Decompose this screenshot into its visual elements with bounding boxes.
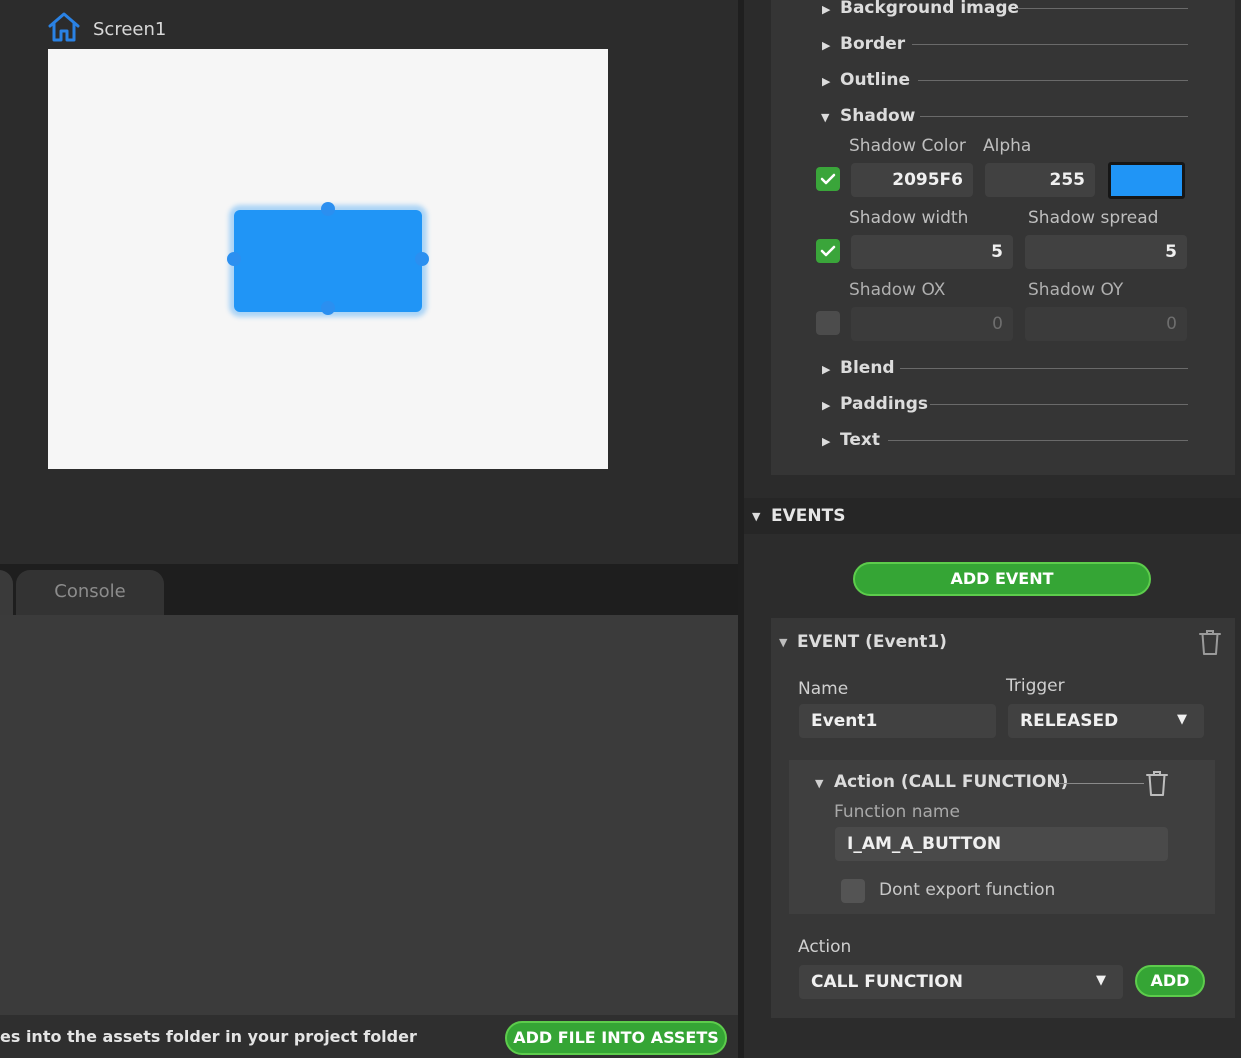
assets-panel (0, 615, 738, 1015)
expand-triangle-icon[interactable]: ▶ (822, 75, 830, 88)
shadow-spread-label: Shadow spread (1028, 208, 1159, 228)
shadow-oy-label: Shadow OY (1028, 280, 1124, 300)
trigger-select[interactable]: RELEASED (1008, 704, 1204, 738)
trash-icon[interactable] (1198, 628, 1222, 656)
section-text[interactable]: Text (840, 430, 880, 450)
collapse-triangle-icon[interactable]: ▼ (815, 777, 823, 790)
event-name-input[interactable]: Event1 (799, 704, 996, 738)
alpha-field[interactable]: 255 (985, 163, 1095, 197)
trash-icon[interactable] (1145, 769, 1169, 797)
artboard[interactable] (48, 49, 608, 469)
assets-hint-text: es into the assets folder in your projec… (0, 1027, 417, 1046)
function-name-label: Function name (834, 802, 960, 822)
expand-triangle-icon[interactable]: ▶ (822, 399, 830, 412)
shadow-color-checkbox[interactable] (816, 167, 840, 191)
expand-triangle-icon[interactable]: ▶ (822, 435, 830, 448)
screen-title: Screen1 (93, 19, 167, 40)
shadow-offset-checkbox[interactable] (816, 311, 840, 335)
section-divider (912, 44, 1188, 45)
shadow-color-field[interactable]: 2095F6 (851, 163, 973, 197)
shadow-width-label: Shadow width (849, 208, 969, 228)
shadow-color-label: Shadow Color (849, 136, 966, 156)
chevron-down-icon[interactable]: ▼ (1177, 712, 1187, 727)
tab-console[interactable]: Console (16, 570, 164, 615)
dont-export-checkbox[interactable] (841, 879, 865, 903)
add-file-into-assets-button[interactable]: ADD FILE INTO ASSETS (505, 1021, 727, 1055)
section-shadow[interactable]: Shadow (840, 106, 915, 126)
shadow-color-swatch[interactable] (1108, 162, 1185, 199)
action-select-label: Action (798, 937, 852, 957)
section-outline[interactable]: Outline (840, 70, 910, 90)
resize-handle-bottom[interactable] (321, 301, 335, 315)
section-divider (920, 116, 1188, 117)
trigger-select-value: RELEASED (1020, 711, 1119, 731)
home-icon[interactable] (47, 11, 81, 43)
panel-gap (744, 475, 1241, 498)
resize-handle-left[interactable] (227, 252, 241, 266)
collapse-triangle-icon[interactable]: ▼ (752, 510, 760, 523)
shadow-oy-field[interactable]: 0 (1025, 307, 1187, 341)
action-title: Action (CALL FUNCTION) (834, 772, 1069, 792)
collapse-triangle-icon[interactable]: ▼ (779, 636, 787, 649)
expand-triangle-icon[interactable]: ▶ (822, 39, 830, 52)
section-background-image[interactable]: Background image (840, 0, 1019, 18)
section-blend[interactable]: Blend (840, 358, 895, 378)
collapse-triangle-icon[interactable]: ▼ (821, 111, 829, 124)
function-name-input[interactable]: I_AM_A_BUTTON (835, 827, 1168, 861)
shadow-ox-field[interactable]: 0 (851, 307, 1013, 341)
add-event-button[interactable]: ADD EVENT (853, 562, 1151, 596)
chevron-down-icon[interactable]: ▼ (1096, 973, 1106, 988)
dont-export-label: Dont export function (879, 880, 1056, 900)
alpha-label: Alpha (983, 136, 1032, 156)
event-name-label: Name (798, 679, 849, 699)
resize-handle-right[interactable] (415, 252, 429, 266)
event-title: EVENT (Event1) (797, 632, 947, 652)
tab-assets[interactable] (0, 570, 13, 615)
shadow-ox-label: Shadow OX (849, 280, 946, 300)
section-divider (1016, 8, 1188, 9)
add-action-button[interactable]: ADD (1135, 965, 1205, 997)
section-divider (918, 80, 1188, 81)
section-divider (900, 368, 1188, 369)
checkmark-icon (820, 245, 836, 257)
action-type-select[interactable]: CALL FUNCTION (799, 965, 1123, 999)
expand-triangle-icon[interactable]: ▶ (822, 3, 830, 16)
section-paddings[interactable]: Paddings (840, 394, 928, 414)
resize-handle-top[interactable] (321, 202, 335, 216)
selected-widget[interactable] (234, 210, 422, 312)
action-type-select-value: CALL FUNCTION (811, 972, 963, 992)
shadow-size-checkbox[interactable] (816, 239, 840, 263)
expand-triangle-icon[interactable]: ▶ (822, 363, 830, 376)
section-divider (888, 440, 1188, 441)
events-title: EVENTS (771, 506, 846, 526)
checkmark-icon (820, 173, 836, 185)
trigger-label: Trigger (1006, 676, 1065, 696)
shadow-spread-field[interactable]: 5 (1025, 235, 1187, 269)
section-border[interactable]: Border (840, 34, 905, 54)
section-divider (1058, 783, 1144, 784)
shadow-width-field[interactable]: 5 (851, 235, 1013, 269)
section-divider (930, 404, 1188, 405)
